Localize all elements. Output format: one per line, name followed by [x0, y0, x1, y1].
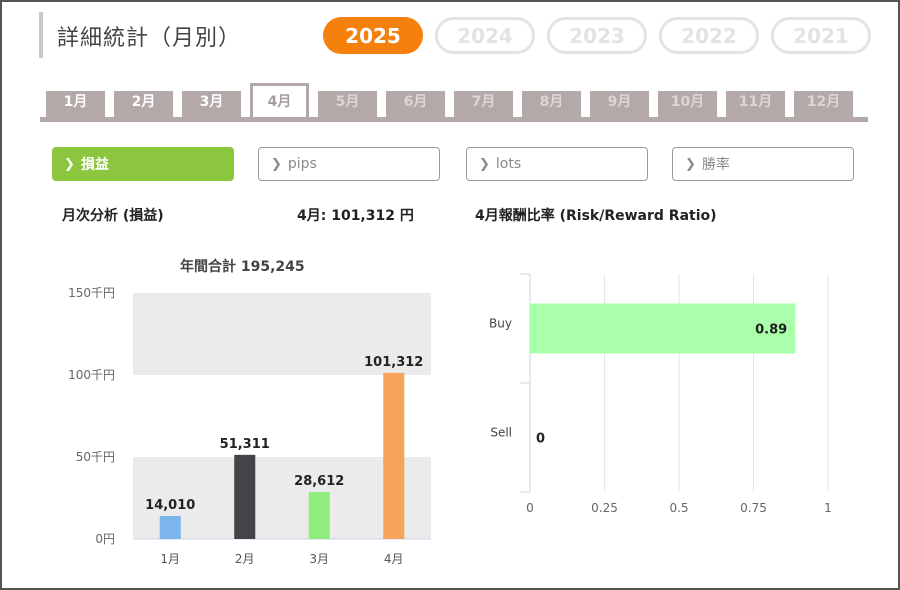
bar-value-label: 51,311	[220, 437, 270, 452]
risk-reward-chart: 0 0.25 0.5 0.75 1 Buy 0.89 Sell 0	[489, 273, 832, 515]
month-profit-value: 4月: 101,312 円	[297, 208, 414, 224]
x-tick-label: 0.75	[740, 501, 767, 515]
chevron-right-icon: ❯	[685, 156, 696, 172]
x-tick-label: 0.5	[669, 501, 688, 515]
y-tick-label: Buy	[489, 317, 512, 331]
tab-month-7[interactable]: 7月	[454, 91, 513, 117]
bar	[159, 516, 181, 539]
tab-month-9[interactable]: 9月	[590, 91, 649, 117]
y-tick-label: 150千円	[68, 286, 115, 300]
risk-reward-heading: 4月報酬比率 (Risk/Reward Ratio)	[475, 208, 717, 224]
monthly-profit-chart: 0円 50千円 100千円 150千円 14,010 1月 51,311 2月 28,612 3月…	[68, 286, 431, 566]
x-tick-label: 1	[824, 501, 832, 515]
year-button-2021[interactable]: 2021	[771, 17, 871, 54]
tab-month-5[interactable]: 5月	[318, 91, 377, 117]
x-tick-label: 3月	[309, 552, 329, 566]
title-accent-bar	[39, 12, 43, 58]
year-button-2025[interactable]: 2025	[323, 17, 423, 54]
tab-month-1[interactable]: 1月	[46, 91, 105, 117]
annual-total: 年間合計 195,245	[180, 259, 305, 275]
metric-button-winrate[interactable]: ❯ 勝率	[672, 147, 854, 181]
metric-button-profit[interactable]: ❯ 損益	[52, 147, 234, 181]
month-tabs: 1月 2月 3月 4月 5月 6月 7月 8月 9月 10月 11月 12月	[46, 83, 862, 117]
metric-label: lots	[495, 156, 522, 172]
y-tick-label: 50千円	[76, 450, 115, 464]
monthly-analysis-heading: 月次分析 (損益)	[62, 208, 164, 224]
bar-value-label: 0	[536, 432, 545, 447]
metric-label: pips	[287, 156, 317, 172]
bar	[383, 372, 405, 539]
tab-month-10[interactable]: 10月	[658, 91, 717, 117]
year-button-2022[interactable]: 2022	[659, 17, 759, 54]
x-tick-label: 4月	[384, 552, 404, 566]
chevron-right-icon: ❯	[271, 156, 282, 172]
metric-button-lots[interactable]: ❯ lots	[466, 147, 648, 181]
x-tick-label: 1月	[160, 552, 180, 566]
bar-value-label: 14,010	[145, 498, 195, 513]
tab-underline	[40, 117, 868, 122]
tab-month-8[interactable]: 8月	[522, 91, 581, 117]
metric-button-pips[interactable]: ❯ pips	[258, 147, 440, 181]
page-title: 詳細統計（月別）	[57, 26, 242, 51]
bar	[308, 492, 330, 539]
tab-month-12[interactable]: 12月	[794, 91, 853, 117]
y-tick-label: Sell	[490, 426, 512, 440]
bar-value-label: 0.89	[755, 323, 787, 338]
chevron-right-icon: ❯	[479, 156, 490, 172]
year-button-2023[interactable]: 2023	[547, 17, 647, 54]
y-tick-label: 0円	[95, 532, 115, 546]
metric-label: 勝率	[701, 157, 730, 173]
chevron-right-icon: ❯	[64, 156, 75, 172]
year-button-2024[interactable]: 2024	[435, 17, 535, 54]
metric-label: 損益	[80, 157, 109, 173]
x-tick-label: 0.25	[591, 501, 618, 515]
x-tick-label: 0	[526, 501, 534, 515]
tab-month-4[interactable]: 4月	[250, 83, 309, 117]
bar-value-label: 28,612	[294, 474, 344, 489]
bar	[234, 454, 256, 539]
bar-value-label: 101,312	[364, 355, 423, 370]
y-tick-label: 100千円	[68, 368, 115, 382]
tab-month-3[interactable]: 3月	[182, 91, 241, 117]
tab-month-6[interactable]: 6月	[386, 91, 445, 117]
x-tick-label: 2月	[235, 552, 255, 566]
tab-month-2[interactable]: 2月	[114, 91, 173, 117]
tab-month-11[interactable]: 11月	[726, 91, 785, 117]
year-selector: 2025 2024 2023 2022 2021	[323, 17, 871, 54]
